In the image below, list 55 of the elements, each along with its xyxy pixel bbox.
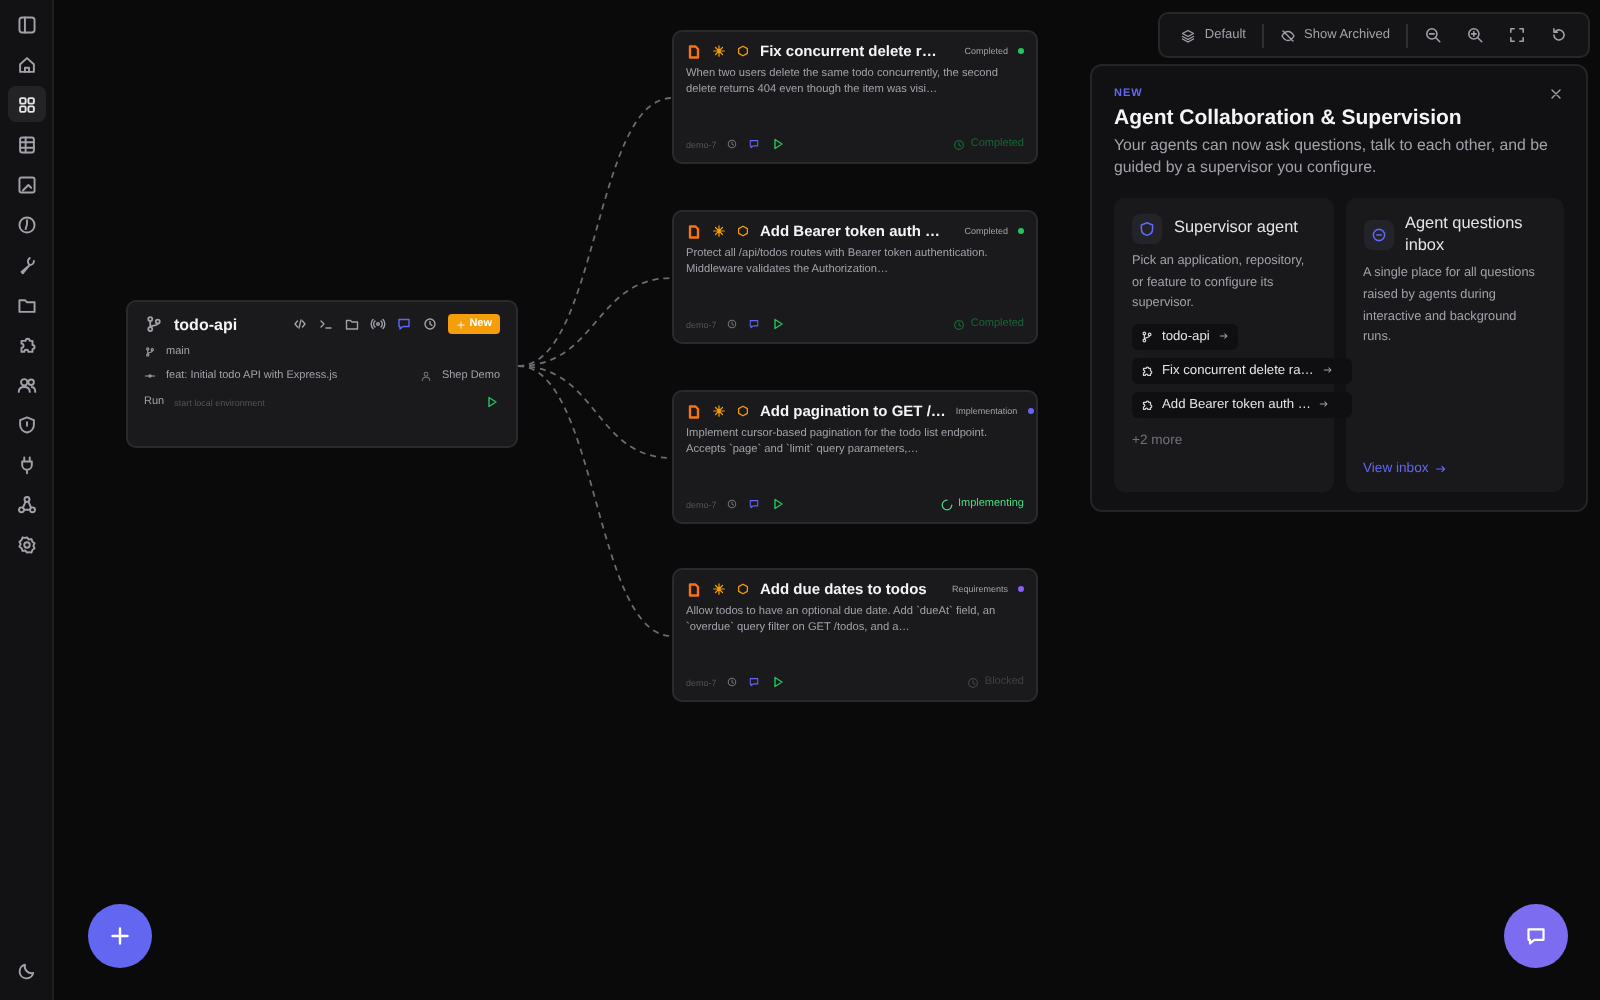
play-icon[interactable] — [484, 394, 500, 410]
branch-icon — [144, 346, 156, 358]
history-icon[interactable] — [726, 676, 739, 688]
card-title: Agent questions inbox — [1405, 214, 1525, 257]
broadcast-icon[interactable] — [369, 316, 386, 332]
announcement-title: Agent Collaboration & Supervision — [1114, 106, 1464, 130]
folder-icon[interactable] — [343, 316, 360, 332]
arrow-icon — [1217, 330, 1230, 343]
close-icon — [1548, 86, 1564, 102]
spark-icon — [712, 404, 726, 418]
clock-icon[interactable] — [421, 316, 438, 332]
spark-icon — [712, 582, 726, 596]
terminal-icon[interactable] — [317, 316, 334, 332]
spark-icon — [712, 224, 726, 238]
hexagon-icon — [736, 582, 750, 596]
chat-icon[interactable] — [748, 318, 761, 330]
repository-name: todo-api — [174, 315, 238, 333]
commit-icon — [144, 370, 156, 382]
chat-icon[interactable] — [748, 676, 761, 688]
chat-icon[interactable] — [748, 138, 761, 150]
card-title: Supervisor agent — [1174, 218, 1298, 240]
eye-off-icon — [1280, 27, 1296, 43]
arrow-icon — [1434, 462, 1449, 476]
layers-icon — [1180, 27, 1197, 43]
code-icon[interactable] — [291, 316, 308, 332]
chat-button[interactable] — [1504, 904, 1568, 968]
plus-icon — [455, 319, 466, 329]
spinner-icon — [939, 497, 954, 511]
user-icon — [419, 370, 432, 382]
hexagon-icon — [736, 44, 750, 58]
branch-icon — [1140, 329, 1154, 344]
play-icon[interactable] — [770, 674, 787, 690]
history-icon[interactable] — [726, 318, 739, 330]
hexagon-icon — [736, 224, 750, 238]
arrow-icon — [1321, 364, 1334, 377]
plus-icon — [108, 924, 132, 948]
grid-icon[interactable] — [7, 86, 45, 122]
hexagon-icon — [736, 404, 750, 418]
shield-icon — [1132, 214, 1162, 245]
spark-icon — [712, 44, 726, 58]
chat-icon[interactable] — [395, 316, 412, 332]
clock-icon — [952, 137, 967, 151]
play-icon[interactable] — [770, 136, 787, 152]
clock-icon — [966, 675, 981, 689]
chat-icon[interactable] — [748, 498, 761, 510]
puzzle-icon — [1140, 397, 1154, 412]
clock-icon — [952, 317, 967, 331]
history-icon[interactable] — [726, 498, 739, 510]
add-button[interactable] — [88, 904, 152, 968]
play-icon[interactable] — [770, 496, 787, 512]
play-icon[interactable] — [770, 316, 787, 332]
arrow-icon — [1318, 398, 1331, 411]
chat-icon — [1524, 924, 1548, 948]
puzzle-icon — [1140, 363, 1154, 378]
history-icon[interactable] — [726, 138, 739, 150]
